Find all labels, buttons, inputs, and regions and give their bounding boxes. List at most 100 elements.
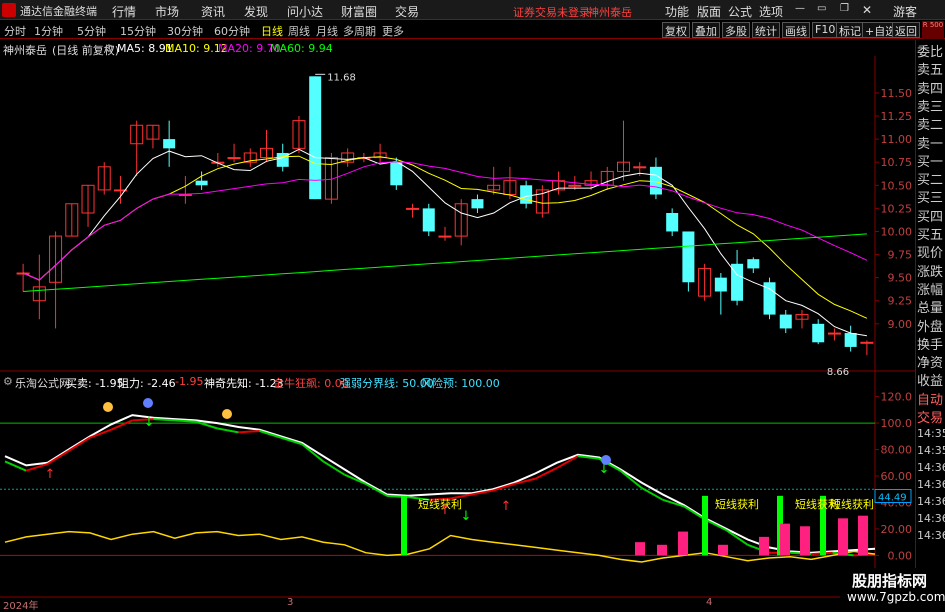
signal-bar-pink [635,542,645,556]
right-panel-item: 买三 [917,191,944,207]
right-panel-item: 买一 [917,154,944,170]
chart-canvas[interactable]: 11.50 11.25 11.00 10.75 10.50 10.25 10.00 9.75 9… [0,0,945,609]
right-time-item: 14:35 [917,444,945,457]
face-icon [601,455,611,465]
signal-bar-pink [718,544,728,556]
indicator-signal-line [153,418,175,422]
ind-axis-label: 120.0 [881,391,913,404]
price-axis-label: 10.50 [881,179,913,192]
signal-arrow-icon: ↑ [440,503,451,518]
candle-body [827,332,841,335]
indicator-signal-line [68,436,91,452]
signal-arrow-icon: ↓ [144,415,155,430]
ind-axis-label: 60.00 [881,470,913,483]
signal-arrow-icon: ↑ [45,467,56,482]
watermark-title: 股朋指标网 [852,572,928,590]
right-panel-item: 净资 [917,356,944,372]
ind-axis-label: 20.00 [881,523,913,536]
right-time-item: 14:36 [917,529,945,542]
candle-body [860,341,874,344]
ind-axis-label: 0.00 [888,549,913,562]
candle-body [195,180,208,186]
indicator-signal-line [704,518,727,532]
candle-body [633,166,647,169]
signal-arrow-icon: ↓ [461,509,472,524]
indicator-yellow-line [4,530,876,563]
indicator-signal-line [238,430,260,434]
signal-bar-green [702,495,708,556]
candle-body [438,235,452,238]
indicator-signal-line [217,427,239,434]
right-panel-item: 自动 [917,392,944,408]
indicator-signal-line [535,467,558,480]
right-panel-item: 涨幅 [917,282,944,298]
right-time-item: 14:36 [917,478,945,491]
candle-body [812,323,825,343]
candle-body [666,213,679,232]
signal-bar-pink [759,536,769,556]
candle-body [682,231,695,283]
signal-bar-pink [858,515,868,556]
candle-body [406,207,420,210]
price-axis-label: 10.25 [881,202,913,215]
signal-bar-pink [800,526,810,556]
candle-body [390,162,403,186]
date-label-2024: 2024年 [3,601,39,612]
right-panel-item: 卖一 [917,136,944,152]
right-panel-item: 买五 [917,228,944,243]
candle-body [471,199,484,209]
price-axis-label: 11.25 [881,110,913,123]
right-panel-item: 卖四 [917,81,944,97]
right-time-item: 14:35 [917,427,945,440]
right-panel-item: 总量 [917,301,944,317]
ind-current-value: 44.49 [878,493,907,504]
right-quote-panel: 委比 卖五 卖四 卖三 卖二 卖一 买一 买二 买三 买四 买五 现价 涨跌 涨幅 总量 外盘 换手 净资 收益 自动… [915,40,945,600]
candle-body [227,157,241,160]
indicator-signal-line [301,443,324,463]
money-bag-icon [103,402,113,412]
date-label-3: 3 [287,597,294,608]
candle-body [747,259,760,269]
right-time-item: 14:36 [917,512,945,525]
candle-body [163,139,176,149]
date-axis: 2024年 3 4 [0,597,875,612]
signal-bar-pink [780,523,790,556]
right-panel-item: 卖三 [917,99,944,115]
price-axis-label: 9.50 [888,272,913,285]
right-time-item: 14:36 [917,461,945,474]
date-label-4: 4 [706,597,713,608]
signal-bar-pink [678,531,688,556]
watermark-url: www.7gpzb.com [847,590,945,604]
right-panel-item: 买二 [917,173,944,189]
price-axis-label: 11.50 [881,87,913,100]
ind-axis-label: 80.00 [881,444,913,457]
right-panel-item: 委比 [917,45,944,60]
price-axis-label: 10.00 [881,225,913,238]
candle-body [422,208,435,232]
signal-bar-pink [838,518,848,556]
indicator-signal-line [4,460,27,472]
signal-label: 短线获利 [830,497,874,511]
money-bag-icon [222,409,232,419]
candle-body [568,184,582,187]
right-panel-item: 收益 [917,374,944,390]
candle-body [178,194,192,197]
price-axis-label: 9.75 [888,249,913,262]
right-panel-item: 卖五 [917,63,944,79]
price-axis-label: 10.75 [881,156,913,169]
right-time-item: 14:36 [917,495,945,508]
right-panel-item: 现价 [917,246,944,262]
signal-bar-green [401,495,407,556]
ind-axis-label: 100.0 [881,417,913,430]
right-panel-item: 换手 [917,337,944,353]
signal-arrow-icon: ↑ [501,499,512,514]
indicator-signal-line [174,419,197,423]
right-panel-item: 涨跌 [917,264,944,280]
candle-body [649,166,662,195]
price-axis-label: 9.25 [888,295,913,308]
signal-bar-pink [657,544,667,556]
price-axis-label: 11.00 [881,133,913,146]
candle-body [844,333,857,347]
indicator-signal-line [619,469,643,489]
indicator-white-line [4,414,876,554]
